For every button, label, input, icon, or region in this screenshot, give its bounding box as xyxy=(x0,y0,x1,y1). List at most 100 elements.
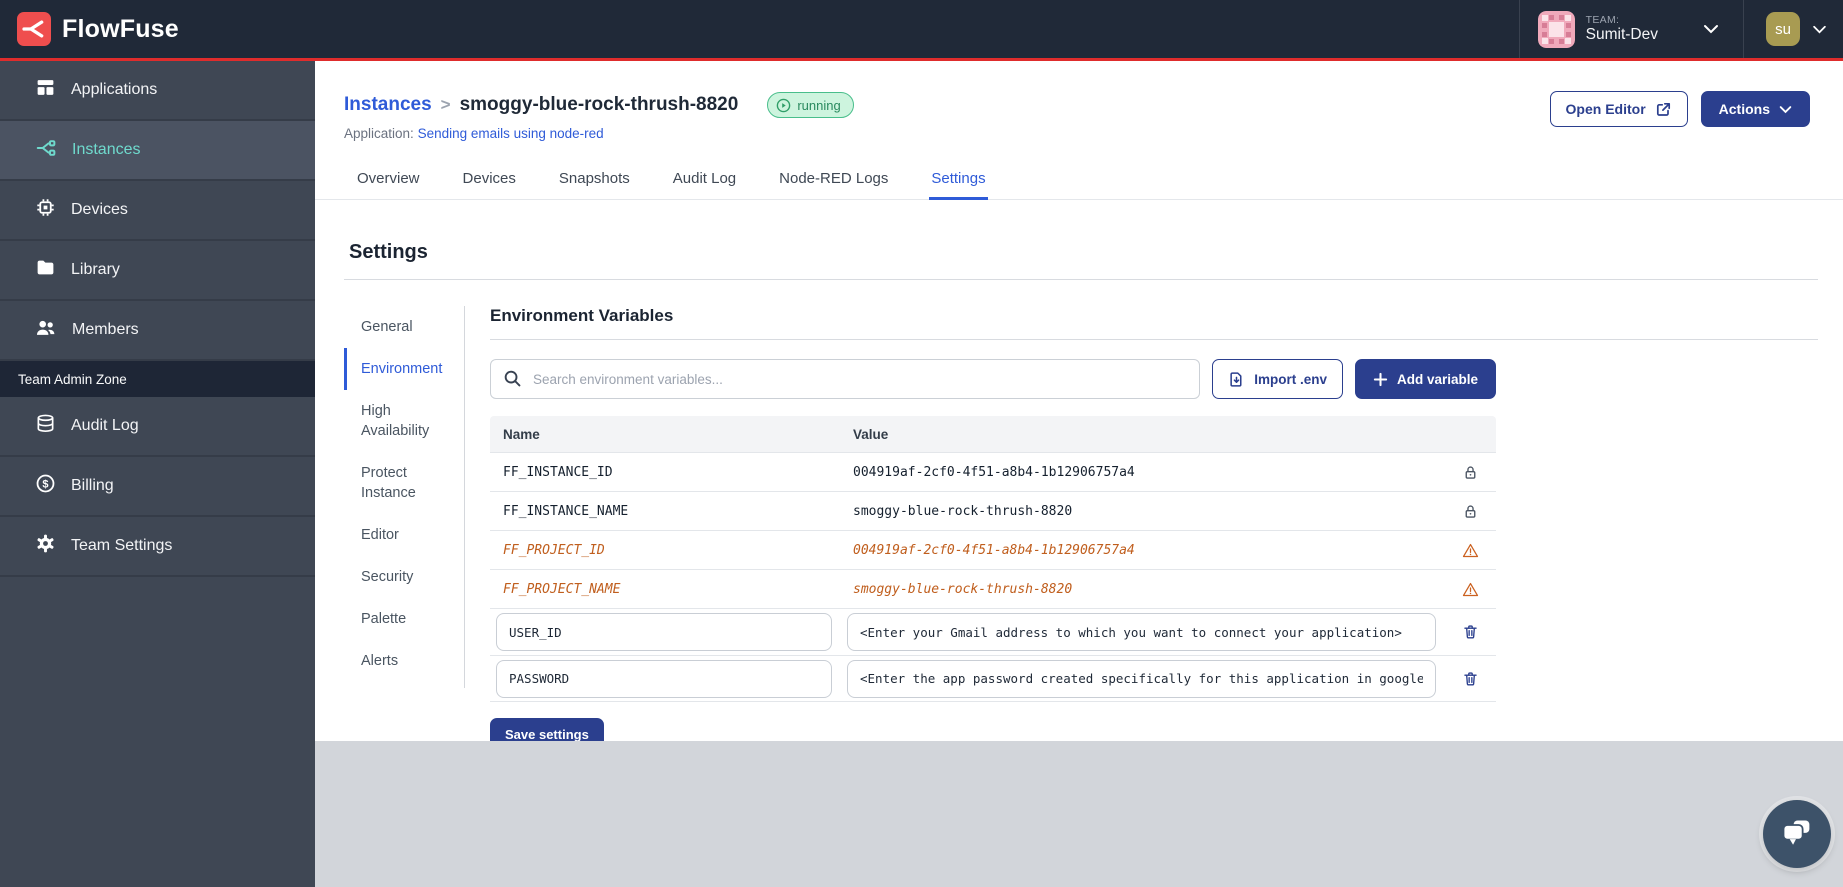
env-var-value: 004919af-2cf0-4f51-a8b4-1b12906757a4 xyxy=(853,542,1135,558)
sidebar-item-members[interactable]: Members xyxy=(0,301,315,361)
subnav-high-availability[interactable]: High Availability xyxy=(344,390,464,452)
trash-icon xyxy=(1463,671,1477,686)
env-var-name: FF_PROJECT_ID xyxy=(503,542,605,558)
env-var-name-input[interactable] xyxy=(496,659,832,698)
logo-text: FlowFuse xyxy=(62,14,179,43)
env-var-value: smoggy-blue-rock-thrush-8820 xyxy=(853,581,1073,597)
tab-audit-log[interactable]: Audit Log xyxy=(671,164,738,200)
actions-chevron-down-icon xyxy=(1779,105,1792,113)
table-row: FF_INSTANCE_NAME smoggy-blue-rock-thrush… xyxy=(490,491,1496,530)
table-row xyxy=(490,608,1496,655)
flowfuse-logo-icon xyxy=(17,12,51,46)
tab-snapshots[interactable]: Snapshots xyxy=(557,164,632,200)
chat-bubbles-icon xyxy=(1782,820,1810,845)
users-icon xyxy=(35,317,57,344)
delete-variable-button[interactable] xyxy=(1462,670,1479,688)
user-chevron-down-icon[interactable] xyxy=(1812,25,1827,34)
env-var-value: smoggy-blue-rock-thrush-8820 xyxy=(853,503,1073,519)
tab-devices[interactable]: Devices xyxy=(461,164,518,200)
status-label: running xyxy=(797,97,841,113)
lock-icon xyxy=(1444,464,1496,481)
status-badge: running xyxy=(767,92,854,118)
instance-tabs: Overview Devices Snapshots Audit Log Nod… xyxy=(315,164,1843,200)
settings-title: Settings xyxy=(349,241,428,263)
env-variables-table: Name Value FF_INSTANCE_ID 004919af-2cf0-… xyxy=(490,416,1496,702)
sidebar-item-applications[interactable]: Applications xyxy=(0,61,315,121)
table-row: FF_PROJECT_NAME smoggy-blue-rock-thrush-… xyxy=(490,569,1496,608)
user-menu[interactable]: su xyxy=(1744,0,1843,58)
team-switcher[interactable]: TEAM: Sumit-Dev xyxy=(1520,0,1743,58)
import-env-button[interactable]: Import .env xyxy=(1212,359,1343,399)
tab-overview[interactable]: Overview xyxy=(355,164,422,200)
folder-icon xyxy=(35,257,56,283)
gear-icon xyxy=(35,533,56,559)
subnav-palette[interactable]: Palette xyxy=(344,598,464,640)
env-var-name-input[interactable] xyxy=(496,613,832,651)
topbar: FlowFuse TEAM: Sumit-Dev su xyxy=(0,0,1843,61)
team-label: TEAM: xyxy=(1585,14,1620,27)
settings-divider xyxy=(344,279,1818,280)
subnav-alerts[interactable]: Alerts xyxy=(344,640,464,682)
env-title: Environment Variables xyxy=(490,306,1818,340)
import-env-label: Import .env xyxy=(1254,371,1327,387)
env-var-name: FF_PROJECT_NAME xyxy=(503,581,621,597)
env-var-name: FF_INSTANCE_ID xyxy=(503,464,613,480)
delete-variable-button[interactable] xyxy=(1462,623,1479,641)
trash-icon xyxy=(1463,625,1477,639)
sidebar: Applications Instances Devices Library M… xyxy=(0,61,315,887)
team-name: Sumit-Dev xyxy=(1585,26,1658,44)
sidebar-item-team-settings[interactable]: Team Settings xyxy=(0,517,315,577)
add-variable-label: Add variable xyxy=(1396,371,1478,387)
subnav-editor[interactable]: Editor xyxy=(344,514,464,556)
subnav-security[interactable]: Security xyxy=(344,556,464,598)
actions-button[interactable]: Actions xyxy=(1700,91,1810,127)
warning-triangle-icon xyxy=(1444,542,1496,559)
sidebar-item-label: Members xyxy=(72,321,139,338)
table-header: Name Value xyxy=(490,416,1496,452)
add-variable-button[interactable]: Add variable xyxy=(1354,359,1496,399)
database-icon xyxy=(35,413,56,439)
external-link-icon xyxy=(1656,102,1670,116)
chip-icon xyxy=(35,197,56,223)
team-chevron-down-icon[interactable] xyxy=(1703,24,1719,34)
sidebar-item-label: Audit Log xyxy=(71,417,139,434)
sidebar-item-billing[interactable]: $ Billing xyxy=(0,457,315,517)
plus-icon xyxy=(1373,372,1388,386)
env-var-name: FF_INSTANCE_NAME xyxy=(503,503,629,519)
env-var-value-input[interactable] xyxy=(847,659,1436,698)
applications-grid-icon xyxy=(35,77,56,103)
sidebar-item-label: Team Settings xyxy=(71,537,173,554)
sidebar-item-label: Devices xyxy=(71,201,128,218)
tab-settings[interactable]: Settings xyxy=(929,164,988,200)
table-row: FF_PROJECT_ID 004919af-2cf0-4f51-a8b4-1b… xyxy=(490,530,1496,569)
breadcrumb-instances-link[interactable]: Instances xyxy=(344,94,432,116)
subnav-general[interactable]: General xyxy=(344,306,464,348)
open-editor-label: Open Editor xyxy=(1565,101,1646,117)
chat-widget-button[interactable] xyxy=(1763,800,1831,868)
settings-subnav: General Environment High Availability Pr… xyxy=(344,306,465,688)
search-icon xyxy=(504,370,521,387)
user-avatar: su xyxy=(1766,12,1800,46)
sidebar-item-instances[interactable]: Instances xyxy=(0,121,315,181)
team-admin-zone-label: Team Admin Zone xyxy=(0,361,315,397)
tab-node-red-logs[interactable]: Node-RED Logs xyxy=(777,164,890,200)
sidebar-item-label: Instances xyxy=(72,141,141,158)
subnav-environment[interactable]: Environment xyxy=(344,348,464,390)
sidebar-item-audit-log[interactable]: Audit Log xyxy=(0,397,315,457)
flowfuse-logo[interactable]: FlowFuse xyxy=(0,12,179,46)
breadcrumb-separator: > xyxy=(440,95,451,114)
instances-fork-icon xyxy=(35,137,57,164)
search-input[interactable] xyxy=(490,359,1201,399)
column-header-value: Value xyxy=(853,426,889,442)
sidebar-item-library[interactable]: Library xyxy=(0,241,315,301)
sidebar-item-devices[interactable]: Devices xyxy=(0,181,315,241)
dollar-circle-icon: $ xyxy=(35,473,56,499)
column-header-name: Name xyxy=(503,426,540,442)
sidebar-item-label: Applications xyxy=(71,81,158,98)
sidebar-item-label: Billing xyxy=(71,477,114,494)
svg-text:$: $ xyxy=(42,478,48,490)
application-link[interactable]: Sending emails using node-red xyxy=(418,126,604,141)
open-editor-button[interactable]: Open Editor xyxy=(1549,91,1688,127)
env-var-value-input[interactable] xyxy=(847,613,1436,651)
subnav-protect-instance[interactable]: Protect Instance xyxy=(344,452,464,514)
